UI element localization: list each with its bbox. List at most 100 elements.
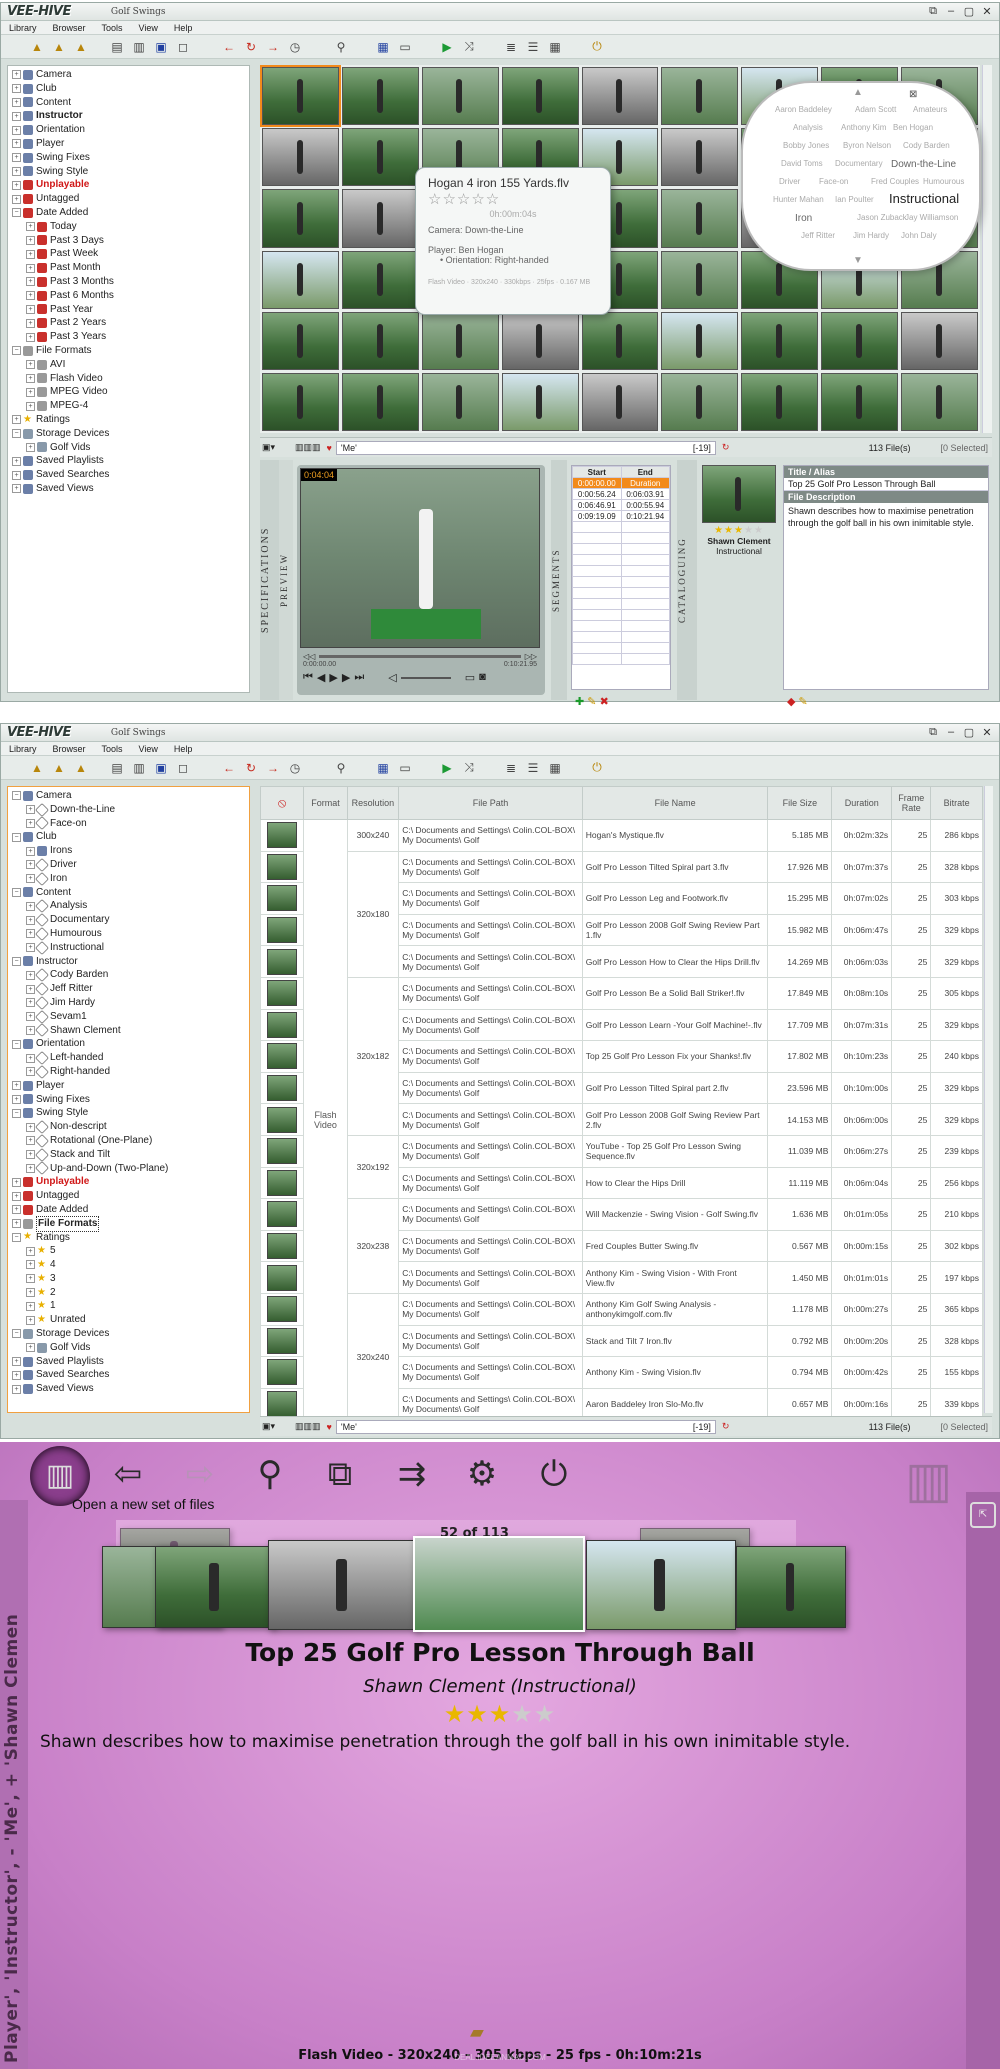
cloud-tag[interactable]: Jeff Ritter bbox=[801, 231, 835, 240]
expand-toggle-icon[interactable]: + bbox=[12, 1370, 21, 1380]
volume-icon[interactable]: ◁ bbox=[388, 671, 396, 684]
search-query-field[interactable]: 'Me' [-19] bbox=[335, 440, 716, 455]
list-view-icon[interactable]: ☰ bbox=[525, 39, 541, 55]
expand-toggle-icon[interactable]: + bbox=[26, 1025, 35, 1035]
search-refresh-icon[interactable]: ↻ bbox=[722, 442, 730, 453]
column-header[interactable]: Frame Rate bbox=[891, 786, 932, 820]
expand-toggle-icon[interactable]: − bbox=[12, 1232, 21, 1242]
tree-item[interactable]: + Club bbox=[12, 82, 245, 96]
shuffle-icon[interactable]: ⤨ bbox=[461, 760, 477, 776]
video-thumbnail[interactable] bbox=[262, 311, 339, 370]
expand-toggle-icon[interactable]: − bbox=[12, 1108, 21, 1118]
cloud-tag[interactable]: Ben Hogan bbox=[893, 123, 933, 132]
close-icon[interactable]: ✕ bbox=[981, 726, 993, 739]
expand-toggle-icon[interactable]: − bbox=[12, 208, 21, 218]
menu-help[interactable]: Help bbox=[166, 21, 201, 34]
expand-toggle-icon[interactable]: + bbox=[26, 332, 35, 342]
tree-item[interactable]: + Stack and Tilt bbox=[12, 1147, 245, 1162]
video-thumbnail[interactable] bbox=[341, 311, 419, 370]
expand-toggle-icon[interactable]: + bbox=[12, 70, 21, 80]
minimize-icon[interactable]: – bbox=[945, 5, 957, 18]
expand-toggle-icon[interactable]: + bbox=[12, 1357, 21, 1367]
rating-star-icon[interactable]: ★ bbox=[734, 525, 744, 536]
cloud-tag[interactable]: Cody Barden bbox=[903, 141, 950, 150]
tree-item[interactable]: + Saved Views bbox=[12, 482, 245, 496]
row-thumbnail[interactable] bbox=[259, 1040, 305, 1073]
expand-toggle-icon[interactable]: − bbox=[12, 791, 21, 801]
expand-toggle-icon[interactable]: + bbox=[12, 139, 21, 149]
add-segment-icon[interactable]: ✚ bbox=[575, 696, 584, 708]
expand-toggle-icon[interactable]: + bbox=[12, 166, 21, 176]
layout-icon[interactable]: ▣ bbox=[153, 760, 169, 776]
back-arrow-icon[interactable]: ⇦ bbox=[104, 1450, 152, 1498]
rating-star-icon[interactable]: ★ bbox=[489, 1701, 512, 1728]
back-arrow-icon[interactable]: ← bbox=[221, 39, 237, 55]
restore-icon[interactable]: ⧉ bbox=[927, 726, 939, 739]
expand-toggle-icon[interactable]: − bbox=[12, 887, 21, 897]
cloud-tag[interactable]: Down-the-Line bbox=[891, 159, 956, 170]
expand-toggle-icon[interactable]: − bbox=[12, 346, 21, 356]
expand-toggle-icon[interactable]: + bbox=[12, 1205, 21, 1215]
expand-toggle-icon[interactable]: + bbox=[26, 805, 35, 815]
tree-item[interactable]: + Left-handed bbox=[12, 1050, 245, 1066]
row-thumbnail[interactable] bbox=[259, 882, 305, 915]
tag-icon[interactable]: ◆ bbox=[787, 696, 795, 708]
tree-item[interactable]: − Instructor bbox=[12, 955, 245, 969]
grid-scrollbar[interactable] bbox=[982, 65, 992, 433]
table-row[interactable]: 320x180 C:\ Documents and Settings\ Colin… bbox=[259, 850, 983, 978]
tree-item[interactable]: + MPEG Video bbox=[12, 385, 245, 399]
tree-item[interactable]: + Non-descript bbox=[12, 1119, 245, 1135]
column-header[interactable]: File Path bbox=[398, 786, 583, 820]
preview-tab[interactable]: PREVIEW bbox=[279, 460, 293, 700]
shuffle-icon[interactable]: ⇉ bbox=[388, 1450, 436, 1498]
table-row[interactable]: 320x240 C:\ Documents and Settings\ Colin… bbox=[259, 1292, 983, 1421]
tree-item[interactable]: + Rotational (One-Plane) bbox=[12, 1133, 245, 1148]
refresh-icon[interactable]: ↻ bbox=[243, 760, 259, 776]
expand-toggle-icon[interactable]: + bbox=[12, 470, 21, 480]
expand-toggle-icon[interactable]: + bbox=[12, 456, 21, 466]
tree-item[interactable]: + Swing Style bbox=[12, 165, 245, 179]
tree-item[interactable]: + Down-the-Line bbox=[12, 802, 245, 817]
row-thumbnail[interactable] bbox=[259, 1292, 305, 1326]
forward-icon[interactable]: ▶ bbox=[342, 671, 350, 684]
rating-star-icon[interactable]: ★ bbox=[724, 525, 734, 536]
tree-item[interactable]: − Content bbox=[12, 886, 245, 900]
cloud-tag[interactable]: Documentary bbox=[835, 159, 883, 168]
clapperboard-icon[interactable]: ⧉ bbox=[316, 1450, 364, 1498]
video-thumbnail[interactable] bbox=[901, 311, 978, 370]
row-thumbnail[interactable] bbox=[259, 945, 305, 978]
skip-end-icon[interactable]: ⏭ bbox=[354, 671, 364, 684]
column-header[interactable]: ⦸ bbox=[259, 786, 305, 820]
folder-icon[interactable]: ▭ bbox=[465, 671, 475, 684]
cloud-down-icon[interactable]: ▼ bbox=[853, 255, 863, 266]
skip-start-icon[interactable]: ⏮ bbox=[303, 671, 313, 684]
tree-item[interactable]: + Up-and-Down (Two-Plane) bbox=[12, 1161, 245, 1176]
expand-toggle-icon[interactable]: + bbox=[12, 84, 21, 94]
video-thumbnail[interactable] bbox=[341, 67, 419, 126]
expand-toggle-icon[interactable]: + bbox=[26, 1067, 35, 1077]
expand-toggle-icon[interactable]: − bbox=[12, 832, 21, 842]
tree-item[interactable]: + Player bbox=[12, 137, 245, 151]
expand-toggle-icon[interactable]: + bbox=[26, 970, 35, 980]
tree-item[interactable]: + Past 2 Years bbox=[12, 316, 245, 330]
tree-item[interactable]: + Driver bbox=[12, 857, 245, 872]
minimize-icon[interactable]: – bbox=[945, 726, 957, 739]
layout-icon[interactable]: ▤ bbox=[109, 760, 125, 776]
row-thumbnail[interactable] bbox=[259, 850, 305, 884]
expand-toggle-icon[interactable]: + bbox=[26, 1053, 35, 1063]
tree-item[interactable]: + ★ 1 bbox=[12, 1299, 245, 1313]
tree-item[interactable]: + ★ 3 bbox=[12, 1272, 245, 1286]
cloud-tag[interactable]: Analysis bbox=[793, 123, 823, 132]
expand-toggle-icon[interactable]: + bbox=[26, 998, 35, 1008]
tree-item[interactable]: − Date Added bbox=[12, 206, 245, 220]
play-icon[interactable]: ▶ bbox=[439, 760, 455, 776]
grid-view-icon[interactable]: ▦ bbox=[547, 39, 563, 55]
expand-toggle-icon[interactable]: + bbox=[26, 222, 35, 232]
row-thumbnail[interactable] bbox=[259, 1103, 305, 1136]
film-icon[interactable]: ▭ bbox=[397, 760, 413, 776]
cloud-tag[interactable]: Hunter Mahan bbox=[773, 195, 824, 204]
row-thumbnail[interactable] bbox=[259, 1198, 305, 1231]
tag-filter-icon[interactable]: ▲ bbox=[51, 39, 67, 55]
row-thumbnail[interactable] bbox=[259, 1134, 305, 1168]
video-thumbnail[interactable] bbox=[661, 128, 739, 187]
